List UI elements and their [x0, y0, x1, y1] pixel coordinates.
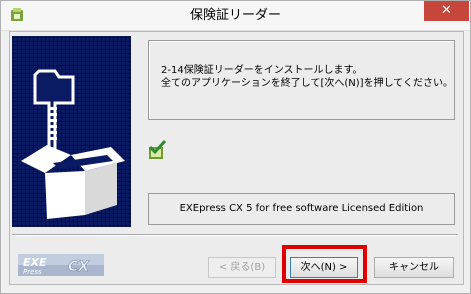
logo-text-cx: CX — [68, 259, 90, 275]
footer-divider — [12, 234, 458, 236]
close-icon[interactable]: ✕ — [424, 1, 469, 21]
instruction-line-2: 全てのアプリケーションを終了して[次へ(N)]を押してください。 — [161, 78, 453, 89]
cancel-button[interactable]: キャンセル — [374, 257, 454, 278]
instruction-panel: 2-14保険証リーダーをインストールします。 全てのアプリケーションを終了して[… — [148, 40, 455, 120]
window-title: 保険証リーダー — [189, 8, 281, 23]
box-folder-illustration — [12, 36, 131, 227]
exepress-logo: EXE Press CX — [18, 254, 104, 276]
logo-text-press: Press — [23, 268, 42, 276]
edition-label: EXEpress CX 5 for free software Licensed… — [148, 193, 455, 225]
checkmark-icon — [148, 139, 167, 159]
title-bar: 保険証リーダー ✕ — [1, 1, 470, 31]
back-button[interactable]: < 戻る(B) — [208, 257, 276, 278]
next-button[interactable]: 次へ(N) > — [290, 257, 358, 278]
